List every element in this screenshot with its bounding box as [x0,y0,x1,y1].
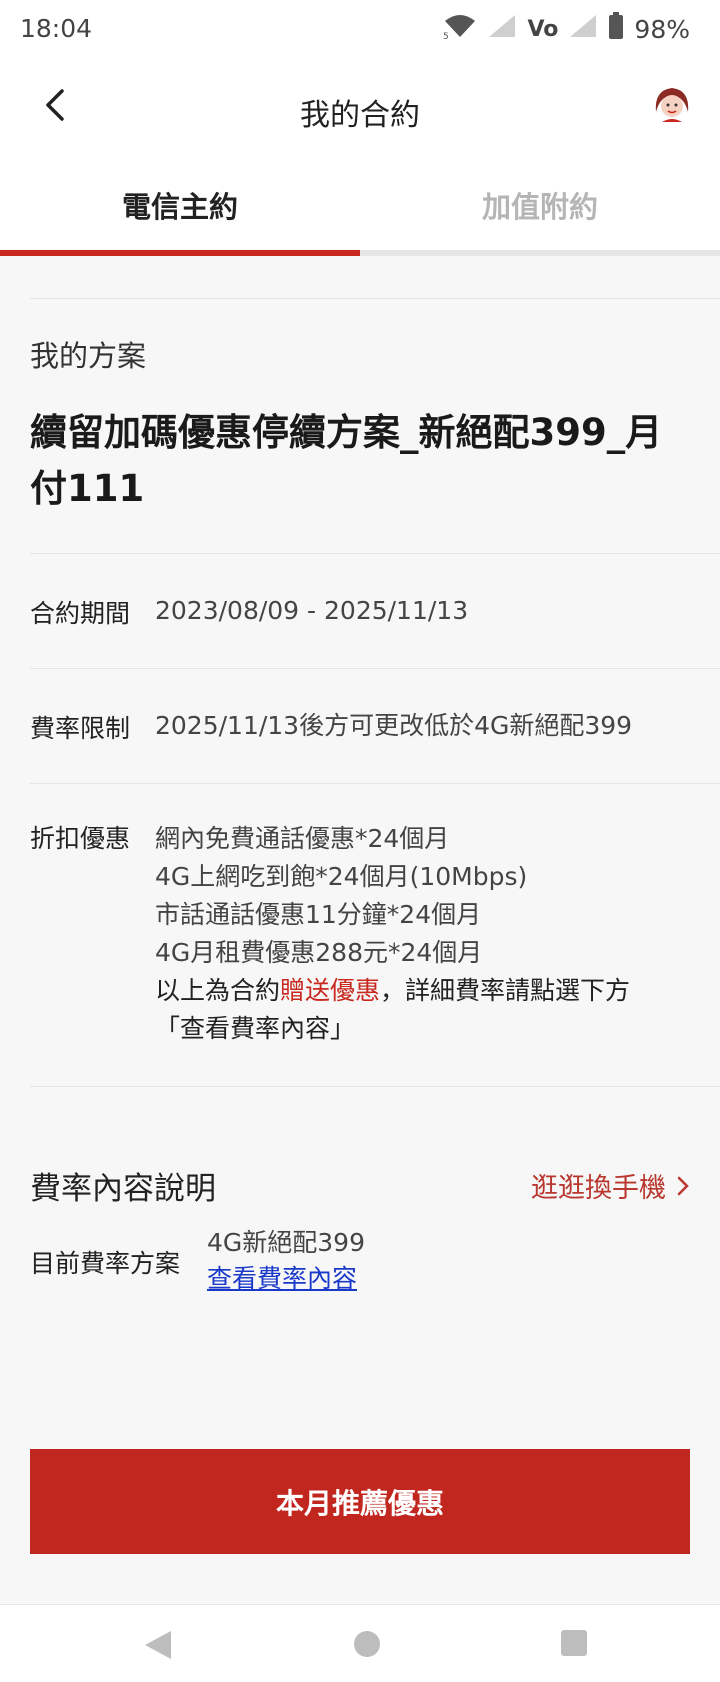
tab-main-contract[interactable]: 電信主約 [0,160,360,256]
battery-percent: 98% [634,14,690,44]
discount-item: 4G上網吃到飽*24個月(10Mbps) [155,862,528,891]
wifi-icon: 5 [443,13,477,45]
chevron-right-icon [677,1176,689,1195]
contract-period-value: 2023/08/09 - 2025/11/13 [155,596,469,625]
battery-icon [608,12,624,46]
avatar-icon [652,84,692,124]
contract-period-label: 合約期間 [30,599,131,628]
discount-note-highlight: 贈送優惠 [280,976,381,1005]
shop-phone-link[interactable]: 逛逛換手機 [531,1166,690,1205]
divider [30,1086,720,1087]
signal-icon [487,13,517,45]
nav-recents-icon [561,1630,587,1656]
status-icons: 5 Vo 98% [443,12,690,46]
current-rate-block: 4G新絕配399 查看費率內容 [207,1225,365,1297]
plan-name-line2: 付111 [30,467,145,510]
discount-item: 市話通話優惠11分鐘*24個月 [155,900,482,929]
plan-section-label: 我的方案 [30,339,147,373]
rate-section-title: 費率內容說明 [30,1171,216,1207]
system-nav-bar [0,1604,720,1682]
rate-limit-row: 費率限制 2025/11/13後方可更改低於4G新絕配399 [30,709,720,745]
discount-row: 折扣優惠 網內免費通話優惠*24個月 4G上網吃到飽*24個月(10Mbps) … [30,820,720,1048]
nav-recents-button[interactable] [560,1629,588,1661]
signal-icon-2 [568,13,598,45]
plan-name-line1: 續留加碼優惠停續方案_新絕配399_月 [30,411,663,454]
rate-limit-label: 費率限制 [30,714,131,743]
status-bar: 18:04 5 Vo 98% [0,0,720,60]
view-rate-link[interactable]: 查看費率內容 [207,1261,365,1297]
divider [30,783,720,784]
app-bar: 我的合約 [0,60,720,160]
svg-text:5: 5 [443,32,449,39]
status-time: 18:04 [20,14,93,43]
page-title: 我的合約 [300,98,420,133]
discount-note-line2: 「查看費率內容」 [155,1014,356,1043]
nav-home-button[interactable] [352,1629,382,1663]
volte-icon: Vo [527,16,559,42]
tab-addon-contract[interactable]: 加值附約 [360,160,720,250]
current-rate-label: 目前費率方案 [30,1249,181,1278]
tab-bar: 電信主約 加值附約 [0,160,720,256]
rate-limit-value: 2025/11/13後方可更改低於4G新絕配399 [155,711,633,740]
discount-list: 網內免費通話優惠*24個月 4G上網吃到飽*24個月(10Mbps) 市話通話優… [155,820,630,1048]
discount-note-suffix: ，詳細費率請點選下方 [380,976,631,1005]
nav-back-icon [145,1631,171,1659]
discount-label: 折扣優惠 [30,824,131,853]
nav-back-button[interactable] [143,1629,173,1665]
contract-period-row: 合約期間 2023/08/09 - 2025/11/13 [30,594,720,630]
divider [30,668,720,669]
plan-name: 續留加碼優惠停續方案_新絕配399_月 付111 [30,405,670,517]
shop-phone-label: 逛逛換手機 [531,1173,666,1204]
nav-home-icon [354,1631,380,1657]
divider [30,553,720,554]
current-rate-value: 4G新絕配399 [207,1228,365,1257]
discount-note: 以上為合約贈送優惠，詳細費率請點選下方 [155,972,630,1010]
discount-note-prefix: 以上為合約 [155,976,281,1005]
discount-item: 4G月租費優惠288元*24個月 [155,938,483,967]
monthly-offer-button[interactable]: 本月推薦優惠 [30,1449,690,1554]
divider [30,298,720,299]
discount-item: 網內免費通話優惠*24個月 [155,824,450,853]
avatar-button[interactable] [650,82,694,126]
contract-content: 我的方案 續留加碼優惠停續方案_新絕配399_月 付111 合約期間 2023/… [30,256,720,1087]
